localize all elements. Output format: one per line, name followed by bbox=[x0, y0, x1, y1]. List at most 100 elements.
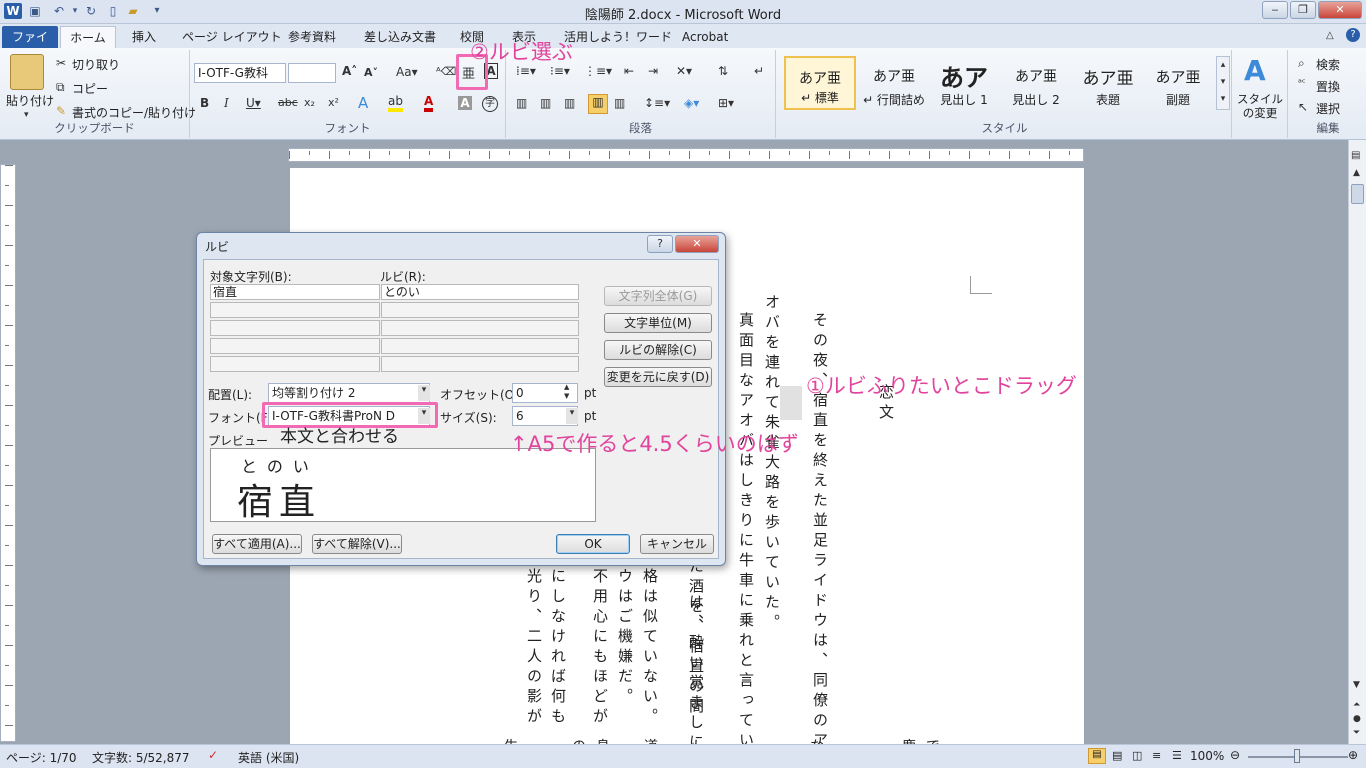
remove-all-button[interactable]: すべて解除(V)... bbox=[312, 534, 402, 554]
shading-icon[interactable]: ◈▾ bbox=[684, 96, 699, 110]
format-painter-button[interactable]: 書式のコピー/貼り付け bbox=[72, 104, 196, 121]
sort-icon[interactable]: ⇅ bbox=[718, 64, 728, 78]
tab-page-layout[interactable]: ページ レイアウト bbox=[174, 26, 290, 48]
apply-all-button[interactable]: すべて適用(A)... bbox=[212, 534, 302, 554]
close-button[interactable]: ✕ bbox=[1318, 1, 1362, 19]
change-styles-button[interactable]: スタイルの変更 bbox=[1234, 92, 1286, 120]
page-count[interactable]: ページ: 1/70 bbox=[6, 749, 77, 766]
dialog-close-button[interactable]: ✕ bbox=[675, 235, 719, 253]
text-effects-icon[interactable]: A bbox=[358, 94, 368, 112]
browse-object-icon[interactable]: ● bbox=[1353, 714, 1361, 724]
scroll-thumb[interactable] bbox=[1351, 184, 1364, 204]
tab-word-tips[interactable]: 活用しよう！ワード bbox=[556, 26, 680, 48]
target-text-cell[interactable] bbox=[210, 320, 380, 336]
distributed-icon[interactable]: ▥ bbox=[614, 96, 625, 110]
tab-file[interactable]: ファイル bbox=[2, 26, 58, 66]
outline-icon[interactable]: ≡ bbox=[1152, 749, 1161, 762]
vertical-ruler[interactable] bbox=[0, 164, 16, 742]
scroll-up-icon[interactable]: ▲ bbox=[1353, 168, 1360, 178]
ruby-text-cell[interactable] bbox=[381, 338, 579, 354]
strikethrough-icon[interactable]: abc bbox=[278, 96, 298, 109]
tab-mailings[interactable]: 差し込み文書 bbox=[356, 26, 444, 48]
ruby-text-cell[interactable]: とのい bbox=[381, 284, 579, 300]
highlight-icon[interactable]: ab bbox=[388, 94, 403, 112]
restore-button[interactable]: 変更を元に戻す(D) bbox=[604, 367, 712, 387]
style-heading-1[interactable]: あア 見出し 1 bbox=[928, 56, 1000, 110]
subscript-icon[interactable]: x₂ bbox=[304, 96, 315, 109]
word-count[interactable]: 文字数: 5/52,877 bbox=[92, 749, 190, 766]
borders-icon[interactable]: ⊞▾ bbox=[718, 96, 734, 110]
paste-dropdown-icon[interactable]: ▾ bbox=[24, 110, 29, 120]
remove-ruby-button[interactable]: ルビの解除(C) bbox=[604, 340, 712, 360]
ok-button[interactable]: OK bbox=[556, 534, 630, 554]
web-layout-icon[interactable]: ◫ bbox=[1132, 749, 1142, 762]
find-button[interactable]: 検索 bbox=[1316, 56, 1340, 73]
italic-icon[interactable]: I bbox=[224, 96, 229, 110]
minimize-button[interactable]: ‒ bbox=[1262, 1, 1288, 19]
ruby-text-cell[interactable] bbox=[381, 302, 579, 318]
ribbon-minimize-icon[interactable]: △ bbox=[1326, 30, 1334, 41]
zoom-in-icon[interactable]: ⊕ bbox=[1348, 748, 1358, 762]
draft-icon[interactable]: ☰ bbox=[1172, 749, 1182, 762]
grow-font-icon[interactable]: A˄ bbox=[342, 64, 357, 78]
restore-button[interactable]: ❐ bbox=[1290, 1, 1316, 19]
style-heading-2[interactable]: あア亜 見出し 2 bbox=[1000, 56, 1072, 110]
target-text-cell[interactable]: 宿直 bbox=[210, 284, 380, 300]
bullets-icon[interactable]: ⁞≡▾ bbox=[516, 64, 536, 78]
target-text-cell[interactable] bbox=[210, 338, 380, 354]
show-marks-icon[interactable]: ↵ bbox=[754, 64, 764, 78]
zoom-slider-thumb[interactable] bbox=[1294, 749, 1300, 763]
clear-format-icon[interactable]: ᴬ⌫ bbox=[436, 65, 456, 78]
justify-icon[interactable]: ▥ bbox=[588, 94, 608, 114]
full-screen-icon[interactable]: ▤ bbox=[1112, 749, 1122, 762]
proofing-icon[interactable]: ✓ bbox=[208, 748, 218, 762]
target-text-cell[interactable] bbox=[210, 302, 380, 318]
whole-string-button[interactable]: 文字列全体(G) bbox=[604, 286, 712, 306]
tab-references[interactable]: 参考資料 bbox=[280, 26, 344, 48]
scroll-down-icon[interactable]: ▼ bbox=[1353, 680, 1360, 690]
vertical-scrollbar[interactable]: ▤ ▲ ▼ ⏶ ● ⏷ bbox=[1348, 140, 1366, 744]
prev-page-icon[interactable]: ⏶ bbox=[1353, 700, 1360, 710]
superscript-icon[interactable]: x² bbox=[328, 96, 339, 109]
style-title[interactable]: あア亜 表題 bbox=[1072, 56, 1144, 110]
zoom-out-icon[interactable]: ⊖ bbox=[1230, 748, 1240, 762]
tab-acrobat[interactable]: Acrobat bbox=[674, 26, 736, 48]
multilevel-list-icon[interactable]: ⋮≡▾ bbox=[584, 64, 612, 78]
change-case-icon[interactable]: Aa▾ bbox=[396, 65, 418, 79]
select-button[interactable]: 選択 bbox=[1316, 100, 1340, 117]
style-normal[interactable]: あア亜 ↵ 標準 bbox=[784, 56, 856, 110]
numbering-icon[interactable]: ⁝≡▾ bbox=[550, 64, 570, 78]
tab-home[interactable]: ホーム bbox=[60, 26, 116, 48]
offset-spinner-icon[interactable]: ▲ ▼ bbox=[564, 383, 569, 401]
styles-scroll-icon[interactable]: ▴ ▾ ▾ bbox=[1216, 56, 1230, 110]
zoom-level[interactable]: 100% bbox=[1190, 749, 1224, 763]
underline-icon[interactable]: U▾ bbox=[246, 96, 261, 110]
char-shading-icon[interactable]: A bbox=[458, 96, 472, 110]
ruby-text-cell[interactable] bbox=[381, 320, 579, 336]
paste-button[interactable]: 貼り付け bbox=[6, 92, 54, 109]
asian-layout-icon[interactable]: ✕▾ bbox=[676, 64, 692, 78]
next-page-icon[interactable]: ⏷ bbox=[1353, 728, 1360, 738]
font-size-combo[interactable] bbox=[288, 63, 336, 83]
help-icon[interactable]: ? bbox=[1346, 28, 1360, 42]
language[interactable]: 英語 (米国) bbox=[238, 749, 299, 766]
ruby-size-dropdown-icon[interactable]: ▾ bbox=[566, 408, 578, 424]
tab-insert[interactable]: 挿入 bbox=[124, 26, 164, 48]
print-layout-icon[interactable]: ▤ bbox=[1088, 748, 1106, 764]
target-text-cell[interactable] bbox=[210, 356, 380, 372]
cancel-button[interactable]: キャンセル bbox=[640, 534, 714, 554]
paste-icon[interactable] bbox=[10, 54, 44, 90]
line-spacing-icon[interactable]: ↕≡▾ bbox=[644, 96, 670, 110]
font-color-icon[interactable]: A bbox=[424, 94, 434, 112]
change-styles-icon[interactable]: A bbox=[1244, 54, 1266, 87]
dialog-help-button[interactable]: ? bbox=[647, 235, 673, 253]
cut-button[interactable]: 切り取り bbox=[72, 56, 120, 73]
shrink-font-icon[interactable]: A˅ bbox=[364, 66, 378, 79]
alignment-select[interactable]: 均等割り付け 2 bbox=[268, 383, 430, 403]
horizontal-ruler[interactable] bbox=[288, 148, 1084, 162]
decrease-indent-icon[interactable]: ⇤ bbox=[624, 64, 634, 78]
enclose-char-icon[interactable]: 字 bbox=[482, 96, 498, 112]
copy-button[interactable]: コピー bbox=[72, 80, 108, 97]
align-left-icon[interactable]: ▥ bbox=[516, 96, 527, 110]
align-center-icon[interactable]: ▥ bbox=[540, 96, 551, 110]
